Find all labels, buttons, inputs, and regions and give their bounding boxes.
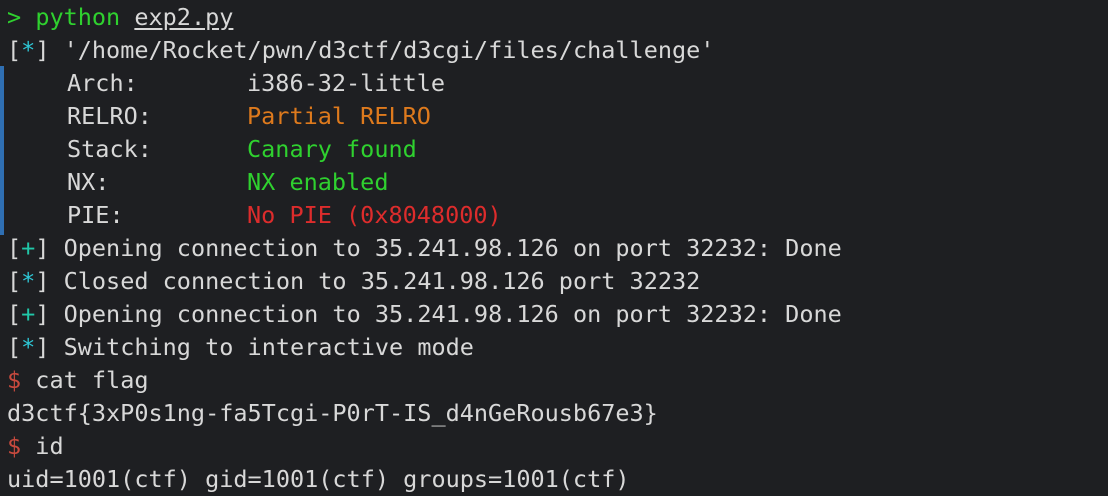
checksec-label: PIE:: [67, 201, 124, 229]
status-text: Opening connection to 35.241.98.126 on p…: [49, 300, 842, 328]
shell-command-line: $ cat flag: [7, 364, 1108, 397]
command-argument[interactable]: exp2.py: [134, 3, 233, 31]
checksec-label: NX:: [67, 168, 110, 196]
command-line: > python exp2.py: [7, 1, 1108, 34]
status-line: [*] Switching to interactive mode: [7, 333, 474, 361]
checksec-arch: Arch: i386-32-little: [7, 67, 1108, 100]
checksec-value: Partial RELRO: [247, 102, 431, 130]
checksec-stack: Stack: Canary found: [7, 133, 1108, 166]
terminal-output: > python exp2.py [*] '/home/Rocket/pwn/d…: [7, 1, 1108, 496]
checksec-label: Stack:: [67, 135, 152, 163]
success-marker: +: [21, 234, 36, 262]
prompt-symbol: >: [7, 3, 22, 31]
terminal-window[interactable]: > python exp2.py [*] '/home/Rocket/pwn/d…: [0, 0, 1108, 493]
id-output: uid=1001(ctf) gid=1001(ctf) groups=1001(…: [7, 463, 1108, 496]
flag-text: d3ctf{3xP0s1ng-fa5Tcgi-P0rT-IS_d4nGeRous…: [7, 399, 658, 427]
shell-prompt: $: [7, 432, 22, 460]
status-line: [*] Closed connection to 35.241.98.126 p…: [7, 267, 701, 295]
status-line: [+] Opening connection to 35.241.98.126 …: [7, 234, 842, 262]
checksec-nx: NX: NX enabled: [7, 166, 1108, 199]
flag-output: d3ctf{3xP0s1ng-fa5Tcgi-P0rT-IS_d4nGeRous…: [7, 397, 1108, 430]
success-marker: +: [21, 300, 36, 328]
status-text: Switching to interactive mode: [49, 333, 474, 361]
info-marker: *: [21, 333, 36, 361]
bracket-open: [: [7, 36, 22, 64]
binary-path-line: [*] '/home/Rocket/pwn/d3ctf/d3cgi/files/…: [7, 34, 1108, 67]
info-marker: *: [21, 36, 36, 64]
checksec-value: No PIE (0x8048000): [247, 201, 502, 229]
shell-command: cat flag: [21, 366, 149, 394]
status-text: Closed connection to 35.241.98.126 port …: [49, 267, 701, 295]
checksec-relro: RELRO: Partial RELRO: [7, 100, 1108, 133]
command-name: python: [35, 3, 121, 31]
status-text: Opening connection to 35.241.98.126 on p…: [49, 234, 842, 262]
output-block-indicator: [0, 66, 4, 235]
status-line: [+] Opening connection to 35.241.98.126 …: [7, 300, 842, 328]
checksec-value: NX enabled: [247, 168, 389, 196]
checksec-pie: PIE: No PIE (0x8048000): [7, 199, 1108, 232]
shell-prompt: $: [7, 366, 22, 394]
checksec-label: Arch:: [67, 69, 138, 97]
info-marker: *: [21, 267, 36, 295]
shell-command-line: $ id: [7, 430, 1108, 463]
id-text: uid=1001(ctf) gid=1001(ctf) groups=1001(…: [7, 465, 630, 493]
checksec-value: Canary found: [247, 135, 417, 163]
bracket-close: ]: [35, 36, 50, 64]
binary-path: '/home/Rocket/pwn/d3ctf/d3cgi/files/chal…: [49, 36, 715, 64]
checksec-value: i386-32-little: [247, 69, 446, 97]
shell-command: id: [21, 432, 64, 460]
checksec-label: RELRO:: [67, 102, 152, 130]
